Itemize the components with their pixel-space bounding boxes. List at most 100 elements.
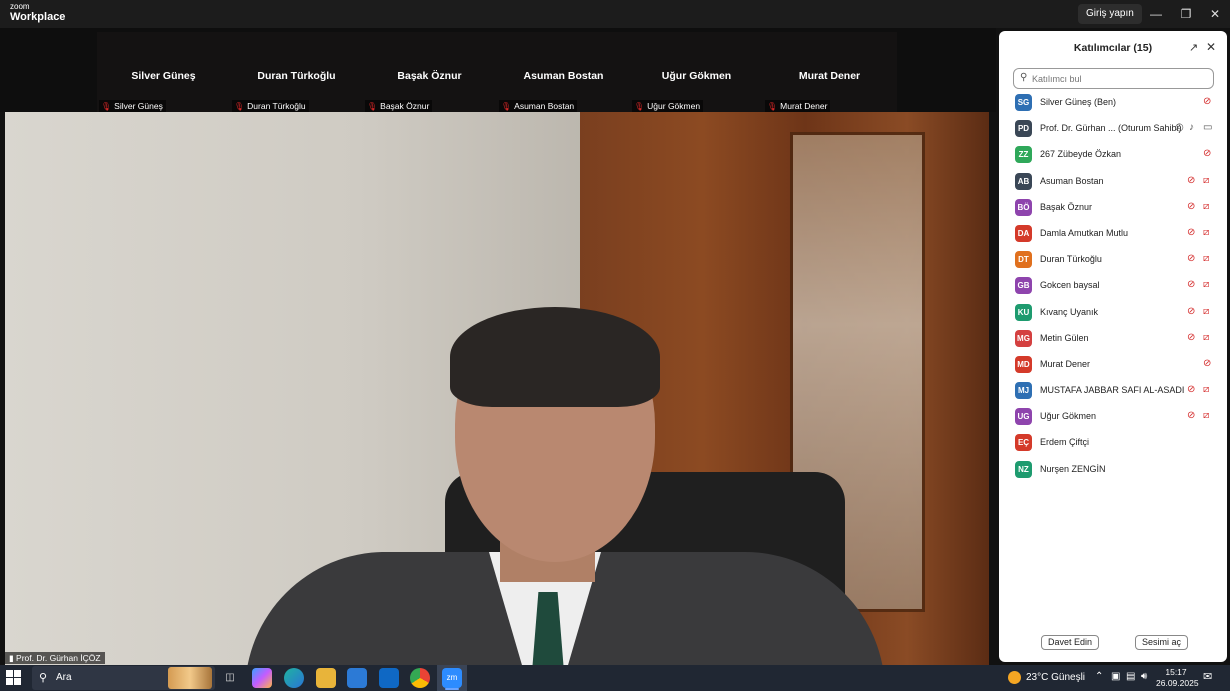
participant-name: Başak Öznur [1040,201,1093,212]
mic-muted-icon[interactable]: ⊘ [1187,332,1195,343]
participant-row[interactable]: EÇ Erdem Çiftçi [999,430,1227,456]
camera-off-icon[interactable]: ⧄ [1203,332,1209,343]
tile-name[interactable]: Silver Güneş [97,70,230,82]
zoom-window: zoom Workplace Giriş yapın — ❐ ✕ Silver … [0,0,1230,691]
file-explorer-icon[interactable] [316,668,336,688]
camera-icon[interactable]: ▭ [1203,122,1212,133]
mic-muted-icon[interactable]: ⊘ [1187,253,1195,264]
participant-row[interactable]: MD Murat Dener ⊘ [999,352,1227,378]
unmute-button[interactable]: Sesimi aç [1135,635,1189,650]
participant-name: 267 Zübeyde Özkan [1040,149,1122,160]
participant-name: Damla Amutkan Mutlu [1040,227,1129,238]
mic-muted-icon[interactable]: ⊘ [1187,201,1195,212]
camera-off-icon[interactable]: ⧄ [1203,306,1209,317]
participant-name: Prof. Dr. Gürhan ... (Oturum Sahibi) [1040,123,1182,134]
copilot-icon[interactable] [252,668,272,688]
taskbar-search-text: Ara [56,672,72,683]
active-speaker-video[interactable] [5,112,989,665]
participant-row[interactable]: UG Uğur Gökmen ⊘ ⧄ [999,404,1227,430]
meet-now-icon[interactable]: ▣ [1111,671,1120,682]
mic-icon[interactable]: ♪ [1189,122,1194,133]
camera-off-icon[interactable]: ⧄ [1203,384,1209,395]
avatar: BÖ [1015,198,1032,216]
outlook-icon[interactable] [379,668,399,688]
invite-button[interactable]: Davet Edin [1041,635,1100,650]
mic-muted-icon[interactable]: ⊘ [1187,384,1195,395]
popout-icon[interactable]: ↗ [1189,41,1198,54]
camera-off-icon[interactable]: ⧄ [1203,253,1209,264]
mic-muted-icon[interactable]: ⊘ [1187,175,1195,186]
avatar: DT [1015,251,1032,269]
participant-row[interactable]: SG Silver Güneş (Ben) ⊘ [999,90,1227,116]
avatar: MD [1015,355,1032,373]
participant-name: Metin Gülen [1040,332,1089,343]
weather-text[interactable]: 23°C Güneşli [1026,672,1085,683]
avatar: MJ [1015,382,1032,400]
avatar: MG [1015,329,1032,347]
close-panel-icon[interactable]: ✕ [1206,40,1216,54]
volume-icon[interactable]: 🔊︎ [1141,671,1147,682]
participant-row[interactable]: AB Asuman Bostan ⊘ ⧄ [999,169,1227,195]
participant-row[interactable]: BÖ Başak Öznur ⊘ ⧄ [999,195,1227,221]
minimize-icon[interactable]: — [1146,4,1166,24]
avatar: NZ [1015,460,1032,478]
mic-muted-icon[interactable]: ⊘ [1187,279,1195,290]
tile-name[interactable]: Uğur Gökmen [630,70,763,82]
avatar: SG [1015,94,1032,111]
participant-row[interactable]: NZ Nurşen ZENGİN [999,457,1227,483]
tile-label: 🎙︎ Başak Öznur [365,100,433,112]
participant-row[interactable]: MJ MUSTAFA JABBAR SAFI AL-ASADI ⊘ ⧄ [999,378,1227,404]
camera-off-icon[interactable]: ⧄ [1203,201,1209,212]
participant-name: Silver Güneş (Ben) [1040,97,1117,107]
search-input[interactable] [1032,72,1210,86]
chrome-icon[interactable] [410,668,430,688]
mic-muted-icon[interactable]: ⊘ [1203,358,1211,369]
thumbnail-row: Silver Güneş Duran Türkoğlu Başak Öznur … [97,32,897,112]
tile-name[interactable]: Asuman Bostan [497,70,630,82]
edge-icon[interactable] [284,668,304,688]
participant-row[interactable]: ZZ 267 Zübeyde Özkan ⊘ [999,142,1227,168]
logo-line1: zoom [10,2,30,11]
tile-name[interactable]: Duran Türkoğlu [230,70,363,82]
participant-name: MUSTAFA JABBAR SAFI AL-ASADI [1040,385,1185,396]
participant-row[interactable]: DA Damla Amutkan Mutlu ⊘ ⧄ [999,221,1227,247]
camera-off-icon[interactable]: ⧄ [1203,410,1209,421]
tile-label: 🎙︎ Murat Dener [765,100,831,112]
camera-off-icon[interactable]: ⧄ [1203,279,1209,290]
clock[interactable]: 15:17 26.09.2025 [1156,667,1199,689]
tile-label: 🎙︎ Uğur Gökmen [632,100,704,112]
tile-name[interactable]: Başak Öznur [363,70,496,82]
search-highlight-image[interactable] [168,667,212,689]
notification-icon[interactable]: ✉ [1203,670,1212,683]
store-icon[interactable] [347,668,367,688]
mic-muted-icon[interactable]: ⊘ [1187,410,1195,421]
signin-button[interactable]: Giriş yapın [1078,4,1142,24]
participant-row[interactable]: KU Kıvanç Uyanık ⊘ ⧄ [999,300,1227,326]
camera-off-icon[interactable]: ⧄ [1203,227,1209,238]
windows-start-icon[interactable] [6,670,22,686]
zoom-icon[interactable]: zm [442,668,462,688]
mic-muted-icon: 🎙︎ [634,102,645,111]
participant-search[interactable]: ⚲ [1013,68,1214,89]
chevron-up-icon[interactable]: ⌃ [1095,671,1103,682]
participant-row[interactable]: GB Gokcen baysal ⊘ ⧄ [999,273,1227,299]
tile-label: 🎙︎ Asuman Bostan [499,100,578,112]
mic-muted-icon[interactable]: ⊘ [1187,306,1195,317]
mic-muted-icon[interactable]: ⊘ [1203,148,1211,159]
avatar: GB [1015,277,1032,295]
participant-row[interactable]: MG Metin Gülen ⊘ ⧄ [999,326,1227,352]
mic-muted-icon[interactable]: ⊘ [1187,227,1195,238]
mic-muted-icon: 🎙︎ [234,102,245,111]
zoom-logo: zoom Workplace [10,3,65,23]
participant-row[interactable]: PD Prof. Dr. Gürhan ... (Oturum Sahibi) ◎ ♪… [999,116,1227,142]
mic-muted-icon[interactable]: ⊘ [1203,96,1211,107]
participant-name: Nurşen ZENGİN [1040,463,1106,474]
camera-off-icon[interactable]: ⧄ [1203,175,1209,186]
participant-row[interactable]: DT Duran Türkoğlu ⊘ ⧄ [999,247,1227,273]
tile-name[interactable]: Murat Dener [763,70,896,82]
restore-icon[interactable]: ❐ [1176,4,1196,24]
close-window-icon[interactable]: ✕ [1205,4,1225,24]
participant-list: SG Silver Güneş (Ben) ⊘ PD Prof. Dr. Gürhan … [999,90,1227,483]
network-icon[interactable]: ▤ [1126,671,1135,682]
task-view-icon[interactable]: ◫ [220,668,240,688]
